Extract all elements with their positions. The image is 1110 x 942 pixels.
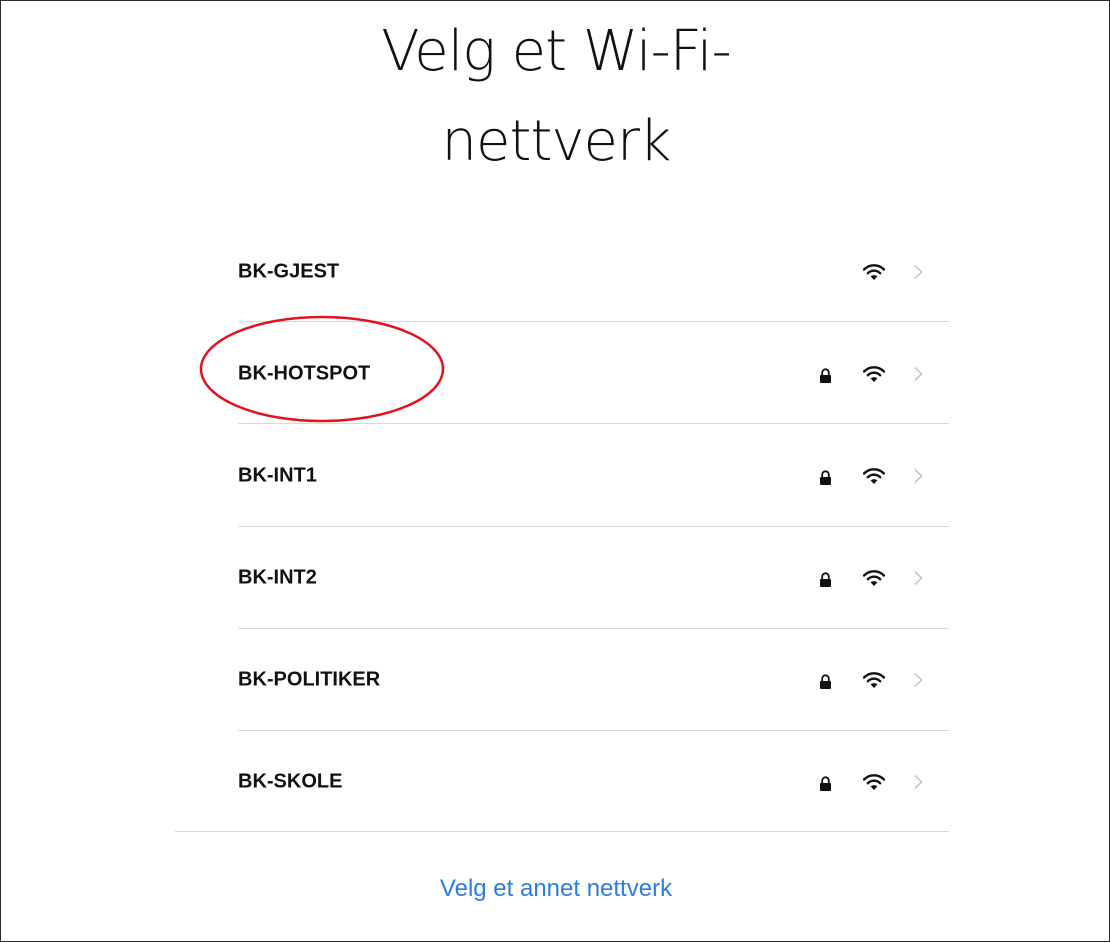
network-row-bk-hotspot[interactable]: BK-HOTSPOT — [1, 323, 1110, 425]
wifi-icon — [863, 366, 885, 382]
chevron-right-icon — [914, 366, 923, 382]
wifi-icon — [863, 774, 885, 790]
row-divider — [238, 321, 949, 322]
lock-icon — [820, 572, 831, 587]
list-bottom-divider — [175, 831, 949, 832]
wifi-icon — [863, 468, 885, 484]
network-name: BK-GJEST — [238, 260, 340, 283]
chevron-right-icon — [914, 468, 923, 484]
lock-icon — [820, 470, 831, 485]
network-name: BK-INT2 — [238, 566, 317, 589]
network-row-bk-politiker[interactable]: BK-POLITIKER — [1, 629, 1110, 731]
lock-icon — [820, 674, 831, 689]
wifi-icon — [863, 672, 885, 688]
network-row-bk-int2[interactable]: BK-INT2 — [1, 527, 1110, 629]
chevron-right-icon — [914, 774, 923, 790]
network-name: BK-INT1 — [238, 464, 317, 487]
chevron-right-icon — [914, 264, 923, 280]
network-name: BK-SKOLE — [238, 770, 343, 793]
row-divider — [238, 423, 949, 424]
network-row-bk-skole[interactable]: BK-SKOLE — [1, 731, 1110, 833]
lock-icon — [820, 368, 831, 383]
choose-other-network-link[interactable]: Velg et annet nettverk — [1, 875, 1110, 903]
network-name: BK-POLITIKER — [238, 668, 381, 691]
wifi-icon — [863, 264, 885, 280]
network-row-bk-int1[interactable]: BK-INT1 — [1, 425, 1110, 527]
chevron-right-icon — [914, 672, 923, 688]
chevron-right-icon — [914, 570, 923, 586]
page-title-line-2: nettverk — [441, 109, 672, 174]
lock-icon — [820, 776, 831, 791]
network-name: BK-HOTSPOT — [238, 362, 371, 385]
wifi-icon — [863, 570, 885, 586]
network-row-bk-gjest[interactable]: BK-GJEST — [1, 221, 1110, 323]
page-title-line-1: Velg et Wi-Fi- — [381, 19, 731, 84]
setup-screen: Velg et Wi-Fi- nettverk BK-GJEST BK-HOTS… — [0, 0, 1110, 942]
